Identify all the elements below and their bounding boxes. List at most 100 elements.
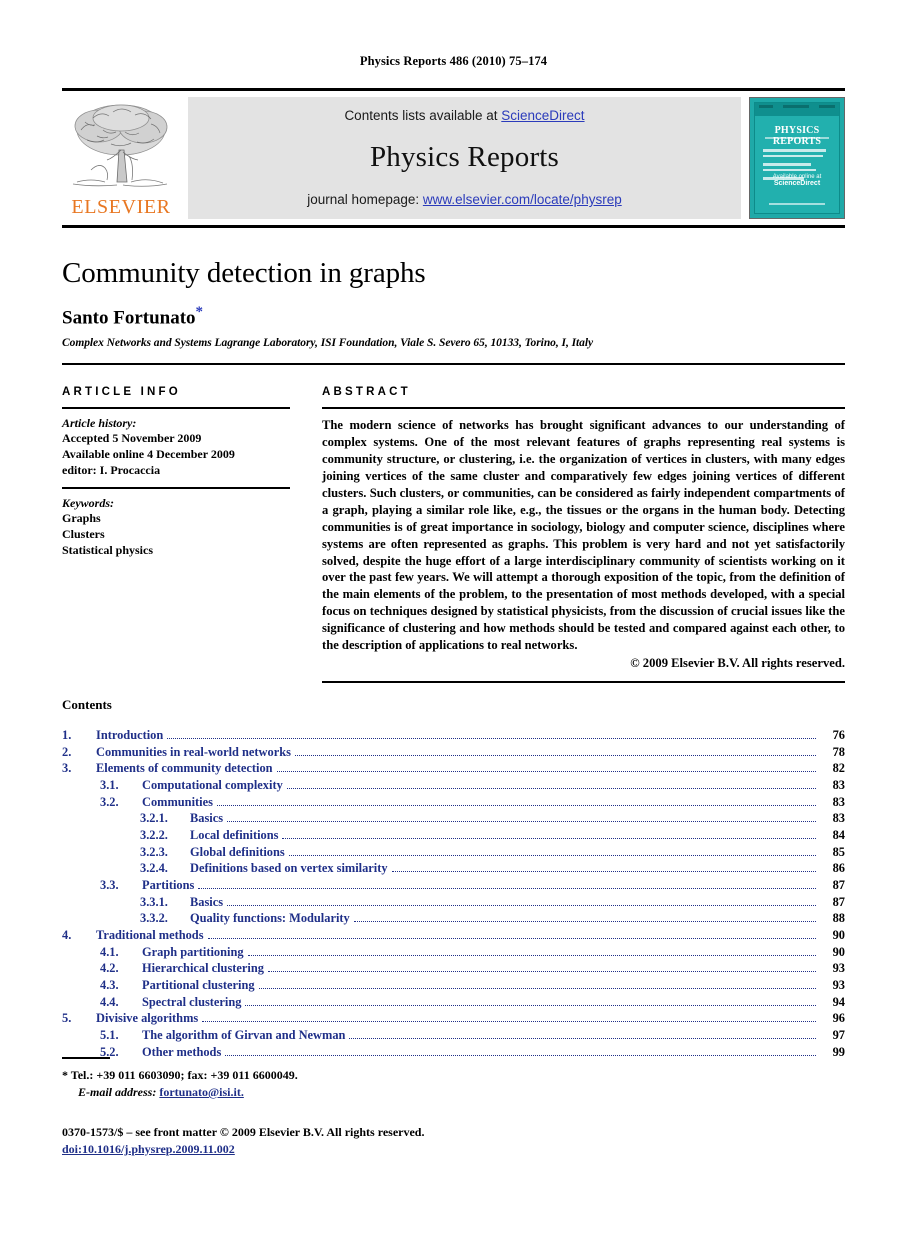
toc-entry-number: 5.1. [100,1028,119,1043]
toc-leader-dots [202,1021,816,1023]
journal-homepage-link[interactable]: www.elsevier.com/locate/physrep [423,192,622,207]
toc-entry[interactable]: 3.3.2. Quality functions: Modularity 88 [62,910,845,927]
toc-entry-number: 2. [62,744,72,759]
toc-entry-number: 3.3.1. [140,894,168,909]
footnote-rule [62,1057,110,1059]
article-history-line: editor: I. Procaccia [62,462,161,477]
toc-entry-label[interactable]: Basics [190,810,227,827]
abstract-bottom-rule [322,681,845,684]
toc-entry[interactable]: 1. Introduction 76 [62,727,845,744]
article-history-group: Article history: Accepted 5 November 200… [62,416,290,478]
toc-entry-page: 82 [832,761,845,776]
imprint-block: 0370-1573/$ – see front matter © 2009 El… [62,1124,662,1158]
toc-entry-label[interactable]: Divisive algorithms [96,1010,202,1027]
toc-entry-page: 84 [832,828,845,843]
cover-sciencedirect-badge: Available online at ScienceDirect [755,174,839,187]
toc-leader-dots [267,971,816,973]
toc-entry-page: 83 [832,778,845,793]
contents-heading: Contents [62,697,112,712]
doi-link[interactable]: doi:10.1016/j.physrep.2009.11.002 [62,1142,235,1156]
toc-entry[interactable]: 4.1. Graph partitioning 90 [62,944,845,961]
article-history-line: Available online 4 December 2009 [62,446,235,461]
toc-entry[interactable]: 3.2. Communities 83 [62,794,845,811]
toc-entry-number: 3.2.3. [140,844,168,859]
author-name: Santo Fortunato* [62,304,845,329]
toc-entry-label[interactable]: Traditional methods [96,927,208,944]
toc-entry[interactable]: 5.1. The algorithm of Girvan and Newman 97 [62,1027,845,1044]
toc-entry-label[interactable]: Graph partitioning [142,944,248,961]
toc-leader-dots [288,854,816,856]
footnote-email-link[interactable]: fortunato@isi.it. [159,1085,244,1099]
toc-entry-page: 99 [832,1044,845,1059]
article-info-heading: ARTICLE INFO [62,386,181,398]
toc-entry-label[interactable]: Communities in real-world networks [96,744,295,761]
toc-entry[interactable]: 3.2.3. Global definitions 85 [62,844,845,861]
masthead-center-panel: Contents lists available at ScienceDirec… [188,97,741,219]
footnote-tel-line: * Tel.: +39 011 6603090; fax: +39 011 66… [62,1067,562,1084]
toc-leader-dots [294,754,816,756]
toc-leader-dots [353,921,816,923]
toc-entry-label[interactable]: Partitions [142,877,198,894]
toc-entry-label[interactable]: Global definitions [190,844,289,861]
toc-entry[interactable]: 3.2.4. Definitions based on vertex simila… [62,860,845,877]
toc-entry[interactable]: 3.2.2. Local definitions 84 [62,827,845,844]
abstract-column: ABSTRACT The modern science of networks … [322,386,845,684]
toc-entry-label[interactable]: Elements of community detection [96,760,277,777]
toc-entry-label[interactable]: Spectral clustering [142,994,245,1011]
toc-entry-number: 3.2.2. [140,828,168,843]
journal-masthead: ELSEVIER Contents lists available at Sci… [62,88,845,228]
toc-entry[interactable]: 4.4. Spectral clustering 94 [62,994,845,1011]
toc-entry[interactable]: 4. Traditional methods 90 [62,927,845,944]
contents-available-prefix: Contents lists available at [344,108,502,123]
author-footnote-marker[interactable]: * [196,304,204,320]
keyword-item: Clusters [62,527,105,542]
keywords-rule [62,487,290,490]
abstract-rule [322,407,845,409]
toc-entry[interactable]: 5. Divisive algorithms 96 [62,1010,845,1027]
toc-entry-label[interactable]: Hierarchical clustering [142,960,268,977]
toc-leader-dots [207,938,816,940]
toc-entry-number: 5. [62,1011,72,1026]
toc-entry-label[interactable]: Communities [142,794,217,811]
toc-entry-label[interactable]: Quality functions: Modularity [190,910,354,927]
article-history-label: Article history: [62,416,137,430]
cover-sd-label: ScienceDirect [773,180,821,187]
info-abstract-section: ARTICLE INFO Article history: Accepted 5… [62,386,845,684]
toc-entry-page: 78 [832,744,845,759]
title-block: Community detection in graphs Santo Fort… [62,258,845,365]
toc-entry-number: 4. [62,928,72,943]
abstract-body: The modern science of networks has broug… [322,418,845,653]
toc-entry[interactable]: 3.2.1. Basics 83 [62,810,845,827]
toc-leader-dots [258,988,816,990]
author-label: Santo Fortunato [62,307,196,329]
toc-entry-page: 96 [832,1011,845,1026]
footnote-star-marker: * [62,1068,68,1082]
elsevier-tree-icon [67,100,175,196]
toc-entry-label[interactable]: Introduction [96,727,167,744]
toc-entry-page: 83 [832,811,845,826]
toc-entry-page: 90 [832,928,845,943]
toc-entry-label[interactable]: Basics [190,894,227,911]
contents-list: 1. Introduction 76 2. Communities in real-wo… [62,727,845,1060]
toc-entry-page: 93 [832,978,845,993]
toc-entry[interactable]: 4.3. Partitional clustering 93 [62,977,845,994]
toc-entry[interactable]: 3.3. Partitions 87 [62,877,845,894]
toc-entry[interactable]: 3.3.1. Basics 87 [62,894,845,911]
toc-entry-label[interactable]: The algorithm of Girvan and Newman [142,1027,349,1044]
toc-leader-dots [227,904,816,906]
toc-leader-dots [349,1038,816,1040]
toc-entry[interactable]: 3.1. Computational complexity 83 [62,777,845,794]
toc-entry-label[interactable]: Partitional clustering [142,977,259,994]
toc-entry[interactable]: 3. Elements of community detection 82 [62,760,845,777]
toc-entry-label[interactable]: Definitions based on vertex similarity [190,860,392,877]
toc-leader-dots [227,821,816,823]
toc-entry[interactable]: 4.2. Hierarchical clustering 93 [62,960,845,977]
elsevier-logo: ELSEVIER [62,97,180,219]
toc-entry-label[interactable]: Local definitions [190,827,282,844]
sciencedirect-link[interactable]: ScienceDirect [501,108,584,123]
toc-leader-dots [282,838,816,840]
toc-entry-label[interactable]: Computational complexity [142,777,287,794]
article-info-rule [62,407,290,409]
toc-entry-page: 97 [832,1028,845,1043]
toc-entry[interactable]: 2. Communities in real-world networks 78 [62,744,845,761]
